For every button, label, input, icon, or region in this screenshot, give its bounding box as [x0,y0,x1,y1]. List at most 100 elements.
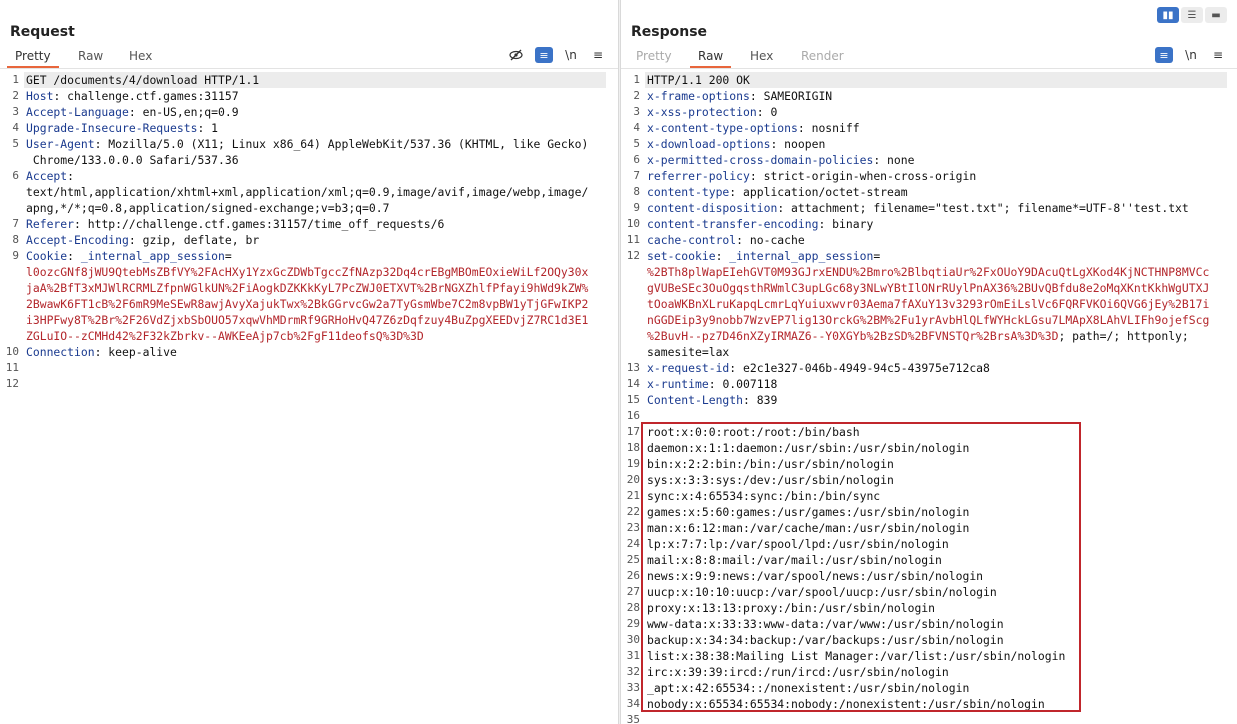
line-number: 11 [5,361,19,374]
code-line: referrer-policy: strict-origin-when-cros… [647,168,976,184]
code-line: backup:x:34:34:backup:/var/backups:/usr/… [647,632,1004,648]
line-number: 27 [626,585,640,598]
code-text: %2BTh8plWapEIehGVT0M93GJrxENDU%2Bmro%2Bl… [647,265,1210,279]
code-text: www-data:x:33:33:www-data:/var/www:/usr/… [647,617,1004,631]
tab-raw[interactable]: Raw [689,49,732,68]
tab-hex[interactable]: Hex [129,49,152,63]
code-line: HTTP/1.1 200 OK [647,72,750,88]
tab-hex[interactable]: Hex [750,49,773,63]
code-line: games:x:5:60:games:/usr/games:/usr/sbin/… [647,504,969,520]
header-key: Accept-Encoding [26,233,129,247]
code-text: : SAMEORIGIN [749,89,833,103]
line-number: 4 [12,121,19,134]
code-text: : [715,249,730,263]
code-text: gVUBeSEc3OuOgqsthRWmlC3upLGc68y3NLwYBtIl… [647,281,1210,295]
code-line: tOoaWKBnXLruKapqLcmrLqYuiuxwvr03Aema7fAX… [647,296,1209,312]
code-line: i3HPFwy8T%2Br%2F26VdZjxbSbOUO57xqwVhMDrm… [26,312,588,328]
code-text: nobody:x:65534:65534:nobody:/nonexistent… [647,697,1045,711]
line-number: 11 [626,233,640,246]
code-line: mail:x:8:8:mail:/var/mail:/usr/sbin/nolo… [647,552,942,568]
code-line: x-frame-options: SAMEORIGIN [647,88,832,104]
code-line: %2BTh8plWapEIehGVT0M93GJrxENDU%2Bmro%2Bl… [647,264,1209,280]
header-key: content-transfer-encoding [647,217,819,231]
code-text: nGGDEip3y9nobb7WzvEP7lig13OrckG%2BM%2Fu1… [647,313,1210,327]
line-number: 7 [633,169,640,182]
code-line: _apt:x:42:65534::/nonexistent:/usr/sbin/… [647,680,969,696]
code-text: sys:x:3:3:sys:/dev:/usr/sbin/nologin [647,473,894,487]
code-line: man:x:6:12:man:/var/cache/man:/usr/sbin/… [647,520,969,536]
menu-icon[interactable]: ≡ [1209,47,1227,63]
code-line: list:x:38:38:Mailing List Manager:/var/l… [647,648,1065,664]
tab-pretty[interactable]: Pretty [7,49,59,68]
code-text: : 0.007118 [708,377,778,391]
code-line: x-request-id: e2c1e327-046b-4949-94c5-43… [647,360,990,376]
tab-pretty[interactable]: Pretty [636,49,672,63]
code-text: : gzip, deflate, br [128,233,260,247]
code-line: sys:x:3:3:sys:/dev:/usr/sbin/nologin [647,472,894,488]
header-key: _internal_app_session [80,249,225,263]
code-line: cache-control: no-cache [647,232,805,248]
code-text: proxy:x:13:13:proxy:/bin:/usr/sbin/nolog… [647,601,936,615]
newline-toggle[interactable]: \n [1182,47,1200,63]
header-key: x-content-type-options [647,121,798,135]
code-text: jaA%2BfT3xMJWlRCRMLZfpnWGlkUN%2FiAogkDZK… [26,281,589,295]
code-line: Accept-Language: en-US,en;q=0.9 [26,104,239,120]
code-line: news:x:9:9:news:/var/spool/news:/usr/sbi… [647,568,983,584]
line-number: 17 [626,425,640,438]
code-text: : e2c1e327-046b-4949-94c5-43975e712ca8 [729,361,990,375]
tab-raw[interactable]: Raw [78,49,103,63]
code-line: Cookie: _internal_app_session= [26,248,232,264]
wrap-icon[interactable]: ≡ [1155,47,1173,63]
code-line: proxy:x:13:13:proxy:/bin:/usr/sbin/nolog… [647,600,935,616]
code-line: lp:x:7:7:lp:/var/spool/lpd:/usr/sbin/nol… [647,536,949,552]
header-key: Accept [26,169,68,183]
code-text: GET /documents/4/download HTTP/1.1 [26,73,260,87]
wrap-icon[interactable]: ≡ [535,47,553,63]
code-line: sync:x:4:65534:sync:/bin:/bin/sync [647,488,880,504]
code-text: samesite=lax [647,345,730,359]
line-number: 9 [12,249,19,262]
code-line: x-content-type-options: nosniff [647,120,860,136]
code-line: Content-Length: 839 [647,392,777,408]
line-number: 10 [626,217,640,230]
menu-icon[interactable]: ≡ [589,47,607,63]
code-line: Connection: keep-alive [26,344,177,360]
line-number: 29 [626,617,640,630]
code-text: : en-US,en;q=0.9 [128,105,239,119]
code-line: x-permitted-cross-domain-policies: none [647,152,914,168]
line-number: 19 [626,457,640,470]
line-number: 7 [12,217,19,230]
code-line: content-disposition: attachment; filenam… [647,200,1189,216]
line-number: 1 [633,73,640,86]
code-line: uucp:x:10:10:uucp:/var/spool/uucp:/usr/s… [647,584,997,600]
code-text: : application/octet-stream [729,185,908,199]
code-line: content-type: application/octet-stream [647,184,908,200]
header-key: Content-Length [647,393,744,407]
code-text: sync:x:4:65534:sync:/bin:/bin/sync [647,489,881,503]
code-line: Chrome/133.0.0.0 Safari/537.36 [26,152,239,168]
line-number: 28 [626,601,640,614]
code-text: : 839 [743,393,778,407]
code-text: ; path=/; httponly; [1058,329,1189,343]
line-number: 10 [5,345,19,358]
code-line: x-runtime: 0.007118 [647,376,777,392]
code-text: : no-cache [736,233,805,247]
code-line: User-Agent: Mozilla/5.0 (X11; Linux x86_… [26,136,588,152]
newline-toggle[interactable]: \n [562,47,580,63]
eye-slash-icon[interactable] [507,47,525,63]
code-text: : nosniff [797,121,860,135]
header-key: Upgrade-Insecure-Requests [26,121,198,135]
header-key: _internal_app_session [729,249,874,263]
code-line: Referer: http://challenge.ctf.games:3115… [26,216,444,232]
line-number: 8 [633,185,640,198]
code-text: : strict-origin-when-cross-origin [749,169,977,183]
response-pane: Response Pretty Raw Hex Render ≡ \n ≡ 1H… [621,0,1237,724]
header-key: set-cookie [647,249,716,263]
line-number: 31 [626,649,640,662]
line-number: 2 [633,89,640,102]
header-key: Referer [26,217,75,231]
header-key: Connection [26,345,95,359]
code-text: games:x:5:60:games:/usr/games:/usr/sbin/… [647,505,970,519]
tab-render[interactable]: Render [801,49,844,63]
line-number: 5 [12,137,19,150]
